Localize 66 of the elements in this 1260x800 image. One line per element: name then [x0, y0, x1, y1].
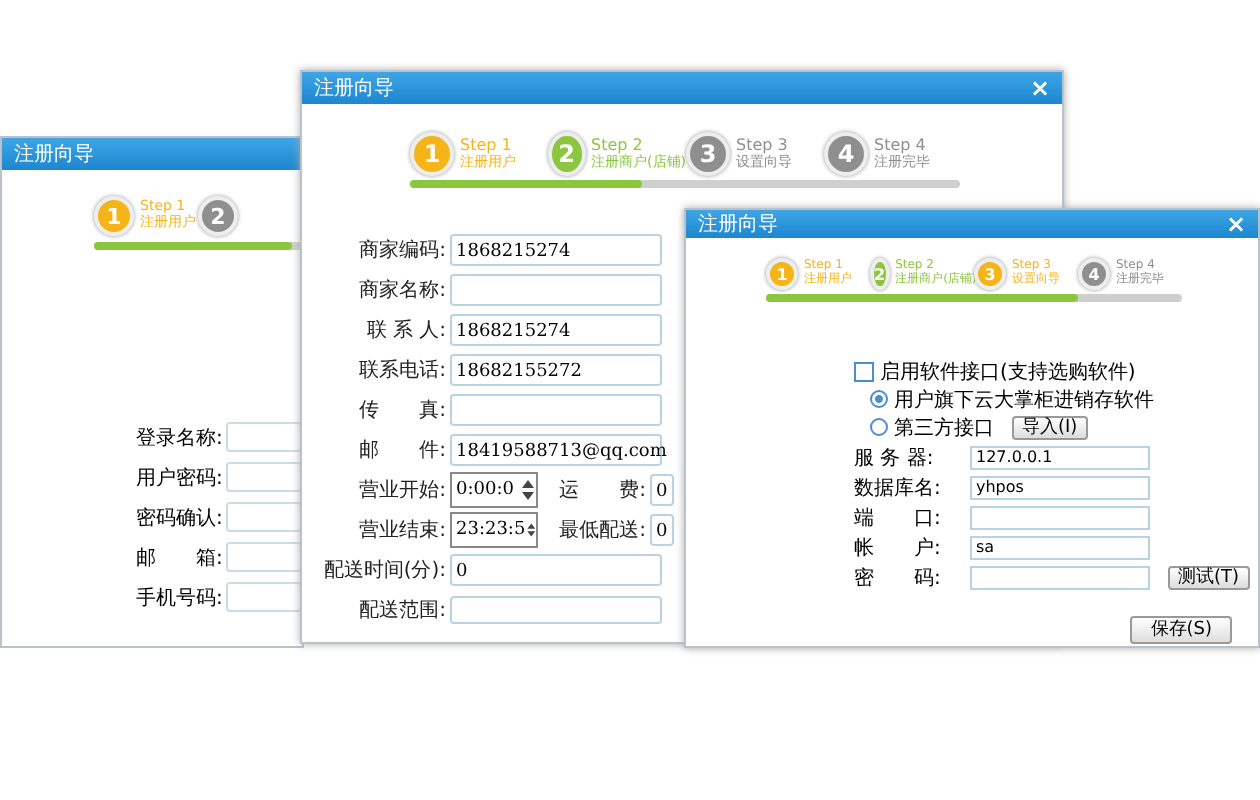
field-label: 最低配送:: [557, 518, 646, 544]
input-field[interactable]: 0: [650, 474, 674, 506]
input-field[interactable]: [450, 394, 662, 426]
input-field[interactable]: yhpos: [970, 475, 1150, 499]
time-spinner[interactable]: 0:00:0: [450, 472, 538, 508]
input-field[interactable]: 0: [450, 554, 662, 586]
checkbox[interactable]: [854, 361, 874, 381]
field-label: 联 系 人:: [364, 317, 446, 344]
field-label: 数据库名:: [854, 475, 943, 501]
time-spinner[interactable]: 23:23:5: [450, 512, 538, 548]
field-label: 密码确认:: [134, 505, 223, 531]
step-title: Step 4: [874, 137, 928, 154]
step-title: Step 3: [736, 137, 790, 154]
field-label: 登录名称:: [134, 425, 223, 451]
field-label: 手机号码:: [134, 585, 223, 611]
field-label: 配送时间(分):: [321, 557, 446, 584]
step-number-circle: 4: [1078, 258, 1110, 290]
input-field[interactable]: [450, 274, 662, 306]
step-number-circle: 2: [870, 258, 890, 290]
spinner-arrows-icon[interactable]: [520, 476, 536, 504]
radio-button[interactable]: [870, 390, 888, 408]
step-number-circle: 1: [410, 132, 454, 176]
window-title: 注册向导: [14, 141, 94, 168]
step-number-circle: 4: [824, 132, 868, 176]
field-label: 邮 件:: [357, 437, 446, 464]
input-field[interactable]: 0: [650, 514, 674, 546]
checkbox-label: 启用软件接口(支持选购软件): [880, 359, 1136, 385]
window-title: 注册向导: [314, 75, 394, 102]
window-title: 注册向导: [698, 211, 778, 238]
radio-label: 第三方接口: [894, 415, 994, 441]
input-field[interactable]: 127.0.0.1: [970, 445, 1150, 469]
field-label: 配送范围:: [357, 597, 446, 624]
radio-button[interactable]: [870, 418, 888, 436]
field-label: 密 码:: [854, 565, 943, 591]
field-label: 运 费:: [557, 477, 646, 504]
step-number-circle: 2: [198, 196, 238, 236]
radio-label: 用户旗下云大掌柜进销存软件: [894, 387, 1154, 413]
field-label: 商家名称:: [357, 277, 446, 304]
field-label: 营业结束:: [357, 517, 446, 544]
field-label: 邮 箱:: [134, 545, 223, 571]
step-title: Step 1: [460, 137, 514, 154]
input-field[interactable]: [970, 505, 1150, 529]
field-label: 用户密码:: [134, 465, 223, 491]
step-number-circle: 3: [974, 258, 1006, 290]
input-field[interactable]: 18682155272: [450, 354, 662, 386]
input-field[interactable]: 1868215274: [450, 314, 662, 346]
text-area[interactable]: [450, 596, 662, 624]
field-label: 端 口:: [854, 505, 943, 531]
field-label: 服 务 器:: [854, 445, 936, 471]
field-label: 联系电话:: [357, 357, 446, 384]
step-title: Step 2: [591, 137, 645, 154]
step-number-circle: 2: [548, 132, 586, 176]
step-number-circle: 3: [686, 132, 730, 176]
field-label: 传 真:: [357, 397, 446, 424]
import-button[interactable]: 导入(I): [1012, 415, 1088, 439]
input-field[interactable]: 1868215274: [450, 234, 662, 266]
field-label: 营业开始:: [357, 477, 446, 504]
test-button[interactable]: 测试(T): [1168, 565, 1250, 589]
input-field[interactable]: 18419588713@qq.com: [450, 434, 662, 466]
field-label: 帐 户:: [854, 535, 943, 561]
input-field[interactable]: [970, 565, 1150, 589]
input-field[interactable]: sa: [970, 535, 1150, 559]
step-number-circle: 1: [766, 258, 798, 290]
save-button[interactable]: 保存(S): [1130, 616, 1232, 644]
field-label: 商家编码:: [357, 237, 446, 264]
step-number-circle: 1: [94, 196, 134, 236]
